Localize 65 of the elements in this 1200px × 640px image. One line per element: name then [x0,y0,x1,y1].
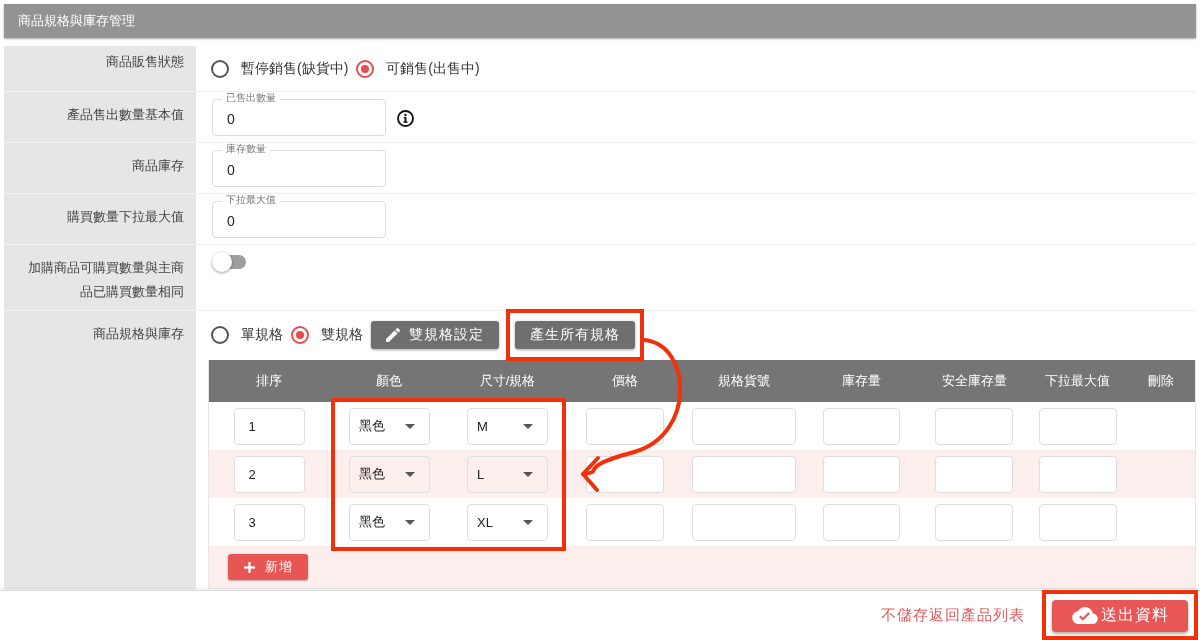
caret-icon [404,471,415,477]
column-header: 規格貨號 [716,372,771,390]
text-field[interactable] [935,455,1013,493]
order-field[interactable]: 2 [233,455,305,493]
form-label: 加購商品可購買數量與主商品已購買數量相同 [28,260,184,299]
add-button[interactable]: 新增 [228,554,308,580]
text-field[interactable] [691,407,796,445]
field-label: 下拉最大值 [222,194,280,206]
text-field[interactable] [823,407,900,445]
radio-button[interactable] [211,326,229,344]
text-field[interactable] [691,455,796,493]
order-field[interactable]: 1 [233,407,305,445]
radio-button[interactable] [291,326,309,344]
form-label: 商品規格與庫存 [93,326,184,341]
form-label: 購買數量下拉最大值 [67,209,184,224]
order-field[interactable]: 3 [233,503,305,541]
toggle-switch[interactable] [212,252,246,272]
caret-icon [404,423,415,429]
panel-title: 商品規格與庫存管理 [4,4,1196,38]
text-field[interactable] [935,503,1013,541]
radio-button[interactable] [211,60,229,78]
column-header: 安全庫存量 [940,372,1008,390]
text-field[interactable] [1038,503,1117,541]
field-label: 庫存數量 [222,143,270,155]
text-field[interactable] [585,407,664,445]
cloud-check-icon [1071,607,1098,624]
column-header: 刪除 [1146,372,1175,390]
column-header: 價格 [610,372,639,390]
caret-icon [523,471,533,477]
dropdown[interactable]: 黑色 [348,455,430,493]
text-field[interactable] [935,407,1013,445]
column-header: 下拉最大值 [1044,372,1111,390]
column-header: 排序 [255,372,283,390]
radio-label: 暫停銷售(缺貨中) [241,60,349,78]
dropdown[interactable]: 黑色 [348,407,430,445]
radio-label: 雙規格 [321,326,363,344]
text-field[interactable] [585,503,664,541]
caret-icon [523,423,533,429]
text-field[interactable] [1038,455,1117,493]
text-field[interactable] [823,455,900,493]
radio-button[interactable] [356,60,375,78]
plus-icon [243,561,255,573]
radio-label: 單規格 [241,326,283,344]
text-field[interactable] [823,503,900,541]
radio-label: 可銷售(出售中) [386,60,480,78]
caret-icon [404,519,415,525]
column-header: 顏色 [375,372,403,390]
dropdown[interactable]: XL [467,503,548,541]
submit-button[interactable]: 送出資料 [1052,599,1188,632]
form-label: 商品販售狀態 [106,54,184,69]
form-label: 商品庫存 [132,158,184,173]
text-field[interactable] [691,503,796,541]
back-link[interactable]: 不儲存返回產品列表 [881,606,1025,625]
form-label: 產品售出數量基本值 [67,107,184,122]
caret-icon [523,519,533,525]
pencil-icon [386,328,400,342]
field-label: 已售出數量 [222,92,280,104]
text-field[interactable] [1038,407,1117,445]
dropdown[interactable]: L [467,455,548,493]
column-header: 庫存量 [841,372,882,390]
dropdown[interactable]: 黑色 [348,503,430,541]
edit-button[interactable]: 雙規格設定 [371,321,499,349]
column-header: 尺寸/規格 [478,372,537,390]
action-button[interactable]: 產生所有規格 [515,321,635,349]
dropdown[interactable]: M [467,407,548,445]
